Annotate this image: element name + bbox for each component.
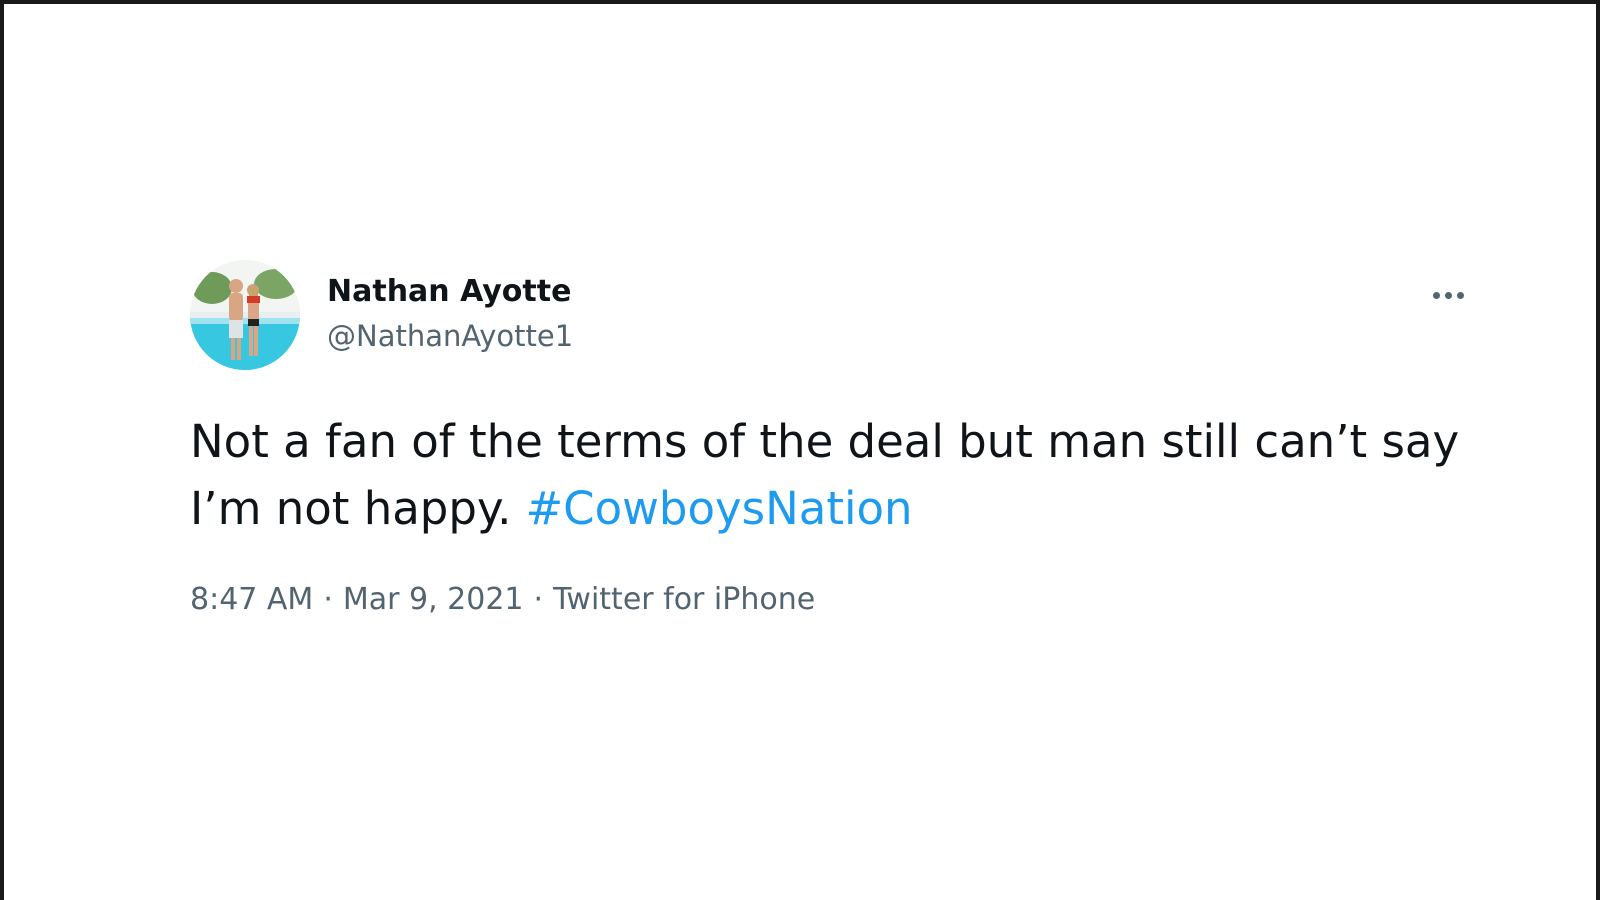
hashtag-link[interactable]: #CowboysNation	[525, 482, 912, 535]
meta-separator: ·	[533, 582, 544, 617]
tweet-meta: 8:47 AM · Mar 9, 2021 · Twitter for iPhone	[190, 582, 1470, 618]
meta-separator: ·	[323, 582, 333, 617]
avatar-photo	[190, 260, 300, 370]
screenshot-frame: Nathan Ayotte @NathanAyotte1 Not a fan o…	[0, 0, 1600, 900]
tweet-time[interactable]: 8:47 AM	[190, 582, 313, 617]
tweet-text: Not a fan of the terms of the deal but m…	[190, 408, 1470, 542]
more-options-icon[interactable]	[1426, 280, 1470, 310]
tweet-header: Nathan Ayotte @NathanAyotte1	[190, 260, 1470, 370]
tweet-date[interactable]: Mar 9, 2021	[343, 582, 524, 617]
author-handle[interactable]: @NathanAyotte1	[327, 318, 573, 354]
avatar[interactable]	[190, 260, 300, 370]
tweet-card: Nathan Ayotte @NathanAyotte1 Not a fan o…	[190, 260, 1470, 618]
tweet-source[interactable]: Twitter for iPhone	[553, 582, 815, 617]
author-display-name[interactable]: Nathan Ayotte	[327, 274, 573, 310]
author-names: Nathan Ayotte @NathanAyotte1	[327, 274, 573, 354]
